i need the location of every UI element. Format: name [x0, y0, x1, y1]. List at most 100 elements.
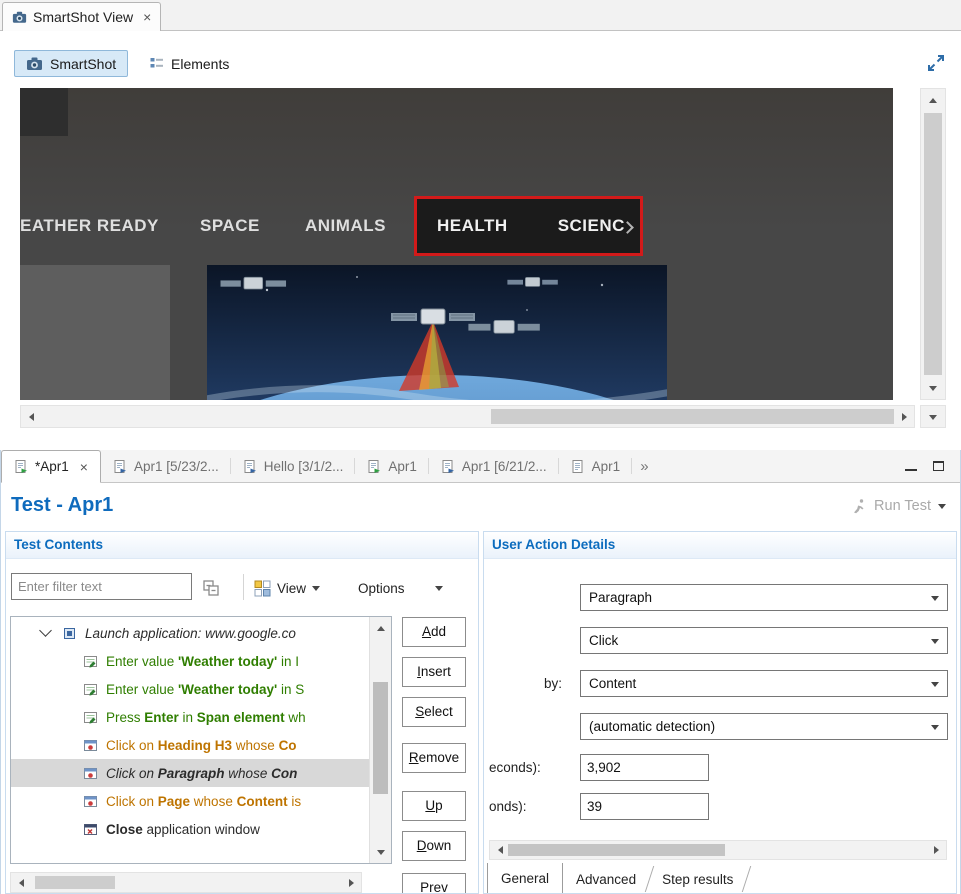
- options-label: Options: [358, 581, 405, 596]
- highlighted-element-box[interactable]: HEALTH SCIENC: [414, 196, 643, 256]
- maximize-view-icon[interactable]: [926, 53, 946, 73]
- horizontal-scrollbar[interactable]: [20, 405, 915, 428]
- tree-vertical-scrollbar[interactable]: [369, 617, 391, 863]
- editor-tab-apr1-2[interactable]: Apr1: [355, 450, 429, 482]
- smartshot-screenshot[interactable]: EATHER READY SPACE ANIMALS HEALTH SCIENC: [20, 88, 893, 400]
- document-icon: [571, 459, 585, 474]
- by-label: by:: [484, 676, 562, 691]
- scrollbar-thumb[interactable]: [924, 113, 942, 375]
- scrollbar-thumb[interactable]: [373, 682, 388, 794]
- run-test-label: Run Test: [874, 498, 931, 514]
- close-icon[interactable]: ×: [143, 10, 151, 24]
- scroll-left-icon[interactable]: [11, 873, 31, 892]
- scroll-left-icon[interactable]: [21, 406, 41, 427]
- vertical-scrollbar[interactable]: [920, 88, 946, 400]
- identify-by-select[interactable]: Content: [580, 670, 948, 697]
- chevron-down-icon: [931, 639, 939, 644]
- click-step-icon: [83, 766, 98, 781]
- scroll-down-icon[interactable]: [370, 841, 391, 863]
- tree-item-click-heading[interactable]: Click on Heading H3 whose Co: [11, 731, 369, 759]
- add-button[interactable]: Add: [402, 617, 466, 647]
- editor-tab-hello[interactable]: Hello [3/1/2...: [231, 450, 356, 482]
- chevron-down-icon[interactable]: [938, 504, 946, 509]
- view-label: View: [277, 581, 306, 596]
- editor-tabbar: *Apr1 × Apr1 [5/23/2... Hello [3/1/2...: [1, 450, 960, 483]
- down-button[interactable]: Down: [402, 831, 466, 861]
- tab-label: Apr1: [592, 459, 621, 474]
- view-dropdown[interactable]: View: [254, 577, 320, 599]
- smartshot-view-tabbar: SmartShot View ×: [0, 0, 961, 31]
- application-icon: [62, 626, 77, 641]
- test-result-icon: [113, 459, 127, 474]
- scroll-down-icon[interactable]: [921, 406, 945, 428]
- tab-advanced[interactable]: Advanced: [563, 863, 649, 894]
- test-script-icon: [14, 459, 28, 474]
- scroll-left-icon[interactable]: [490, 841, 510, 859]
- tree-item-click-page[interactable]: Click on Page whose Content is: [11, 787, 369, 815]
- action-select[interactable]: Click: [580, 627, 948, 654]
- editor-tab-result-2[interactable]: Apr1 [6/21/2...: [429, 450, 559, 482]
- chevron-down-icon[interactable]: [39, 624, 52, 637]
- insert-button[interactable]: Insert: [402, 657, 466, 687]
- collapse-all-icon: [202, 579, 220, 597]
- timeout-input[interactable]: [580, 754, 709, 781]
- scrollbar-thumb[interactable]: [508, 844, 725, 856]
- think-time-input[interactable]: [580, 793, 709, 820]
- up-button[interactable]: Up: [402, 791, 466, 821]
- tab-general[interactable]: General: [487, 863, 563, 894]
- camera-icon: [12, 10, 27, 24]
- detection-select[interactable]: (automatic detection): [580, 713, 948, 740]
- tree-item-press-enter[interactable]: Press Enter in Span element wh: [11, 703, 369, 731]
- select-button[interactable]: Select: [402, 697, 466, 727]
- details-horizontal-scrollbar[interactable]: [489, 840, 947, 860]
- website-nav-item: ANIMALS: [305, 196, 386, 256]
- tab-smartshot[interactable]: SmartShot: [14, 50, 128, 77]
- select-value: (automatic detection): [589, 719, 715, 734]
- tree-item-enter-value-1[interactable]: Enter value 'Weather today' in I: [11, 647, 369, 675]
- subtab-label: Elements: [171, 56, 229, 72]
- tab-step-results[interactable]: Step results: [649, 863, 746, 894]
- website-nav-item: SPACE: [200, 196, 260, 256]
- page-title: Test - Apr1: [11, 494, 113, 517]
- test-steps-tree: Launch application: www.google.co Enter …: [10, 616, 392, 864]
- scroll-right-icon[interactable]: [894, 406, 914, 427]
- scroll-down-icon[interactable]: [921, 377, 945, 399]
- chevron-down-icon: [931, 682, 939, 687]
- editor-tab-apr1-3[interactable]: Apr1: [559, 450, 633, 482]
- options-dropdown[interactable]: Options: [358, 577, 443, 599]
- screenshot-left-column: [20, 265, 170, 400]
- scroll-right-icon[interactable]: [341, 873, 361, 892]
- remove-button[interactable]: Remove: [402, 743, 466, 773]
- chevron-down-icon: [931, 725, 939, 730]
- select-value: Paragraph: [589, 590, 652, 605]
- tree-item-close-application[interactable]: Close application window: [11, 815, 369, 843]
- filter-input[interactable]: [11, 573, 192, 600]
- tree-horizontal-scrollbar[interactable]: [10, 872, 362, 893]
- editor-tab-apr1[interactable]: *Apr1 ×: [1, 450, 101, 483]
- close-icon[interactable]: ×: [80, 460, 88, 474]
- scroll-up-icon[interactable]: [921, 89, 945, 111]
- maximize-icon[interactable]: [933, 461, 944, 471]
- application-window: SmartShot View × SmartShot Elements EATH…: [0, 0, 961, 894]
- tab-overflow-chevron[interactable]: »: [632, 450, 656, 482]
- tree-item-launch-application[interactable]: Launch application: www.google.co: [11, 619, 369, 647]
- editor-tab-result-1[interactable]: Apr1 [5/23/2...: [101, 450, 231, 482]
- run-test-button[interactable]: Run Test: [851, 498, 946, 514]
- satellite-hero-image: [207, 265, 667, 400]
- scrollbar-thumb[interactable]: [35, 876, 115, 889]
- scroll-up-icon[interactable]: [370, 617, 391, 639]
- tree-item-enter-value-2[interactable]: Enter value 'Weather today' in S: [11, 675, 369, 703]
- object-type-select[interactable]: Paragraph: [580, 584, 948, 611]
- collapse-all-button[interactable]: [202, 577, 220, 599]
- scroll-right-icon[interactable]: [926, 841, 946, 859]
- tab-elements[interactable]: Elements: [138, 50, 240, 77]
- prev-button[interactable]: Prev: [402, 873, 466, 894]
- tab-smartshot-view[interactable]: SmartShot View ×: [2, 2, 161, 31]
- minimize-icon[interactable]: [905, 462, 917, 471]
- panel-header: User Action Details: [484, 532, 956, 559]
- tree-item-click-paragraph-selected[interactable]: Click on Paragraph whose Con: [11, 759, 369, 787]
- scrollbar-thumb[interactable]: [491, 409, 894, 424]
- scroll-corner[interactable]: [920, 405, 946, 428]
- list-tree-icon: [149, 56, 164, 71]
- tab-label: Apr1 [5/23/2...: [134, 459, 219, 474]
